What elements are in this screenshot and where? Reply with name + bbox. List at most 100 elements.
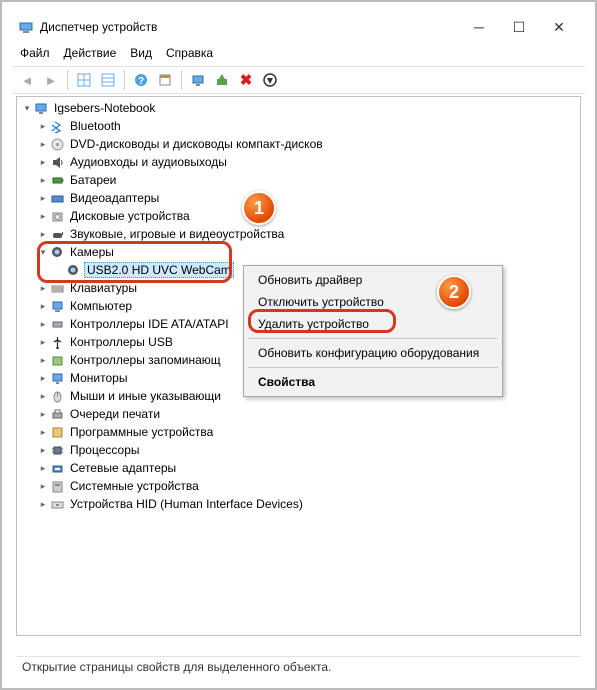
ctx-update-driver[interactable]: Обновить драйвер <box>244 269 502 291</box>
chevron-right-icon[interactable]: ▸ <box>37 301 49 312</box>
menubar: Файл Действие Вид Справка <box>12 42 585 66</box>
device-icon <box>49 460 65 476</box>
tree-node-label: Аудиовходы и аудиовыходы <box>68 155 229 169</box>
tree-node[interactable]: ▸ Дисковые устройства <box>17 207 580 225</box>
tree-node[interactable]: ▸ Очереди печати <box>17 405 580 423</box>
tree-node-label: Очереди печати <box>68 407 162 421</box>
tree-node-label: Мониторы <box>68 371 129 385</box>
tree-node-label: Компьютер <box>68 299 134 313</box>
ctx-separator <box>248 367 498 368</box>
chevron-right-icon[interactable]: ▸ <box>37 463 49 474</box>
device-icon <box>49 298 65 314</box>
nav-back-button[interactable]: ◄ <box>16 69 38 91</box>
chevron-right-icon[interactable]: ▸ <box>37 499 49 510</box>
chevron-right-icon[interactable]: ▸ <box>37 121 49 132</box>
tree-node-label: Контроллеры IDE ATA/ATAPI <box>68 317 231 331</box>
toolbar-update-icon[interactable] <box>211 69 233 91</box>
tree-node[interactable]: ▸ Bluetooth <box>17 117 580 135</box>
tree-node-label: Дисковые устройства <box>68 209 192 223</box>
tree-node[interactable]: ▸ DVD-дисководы и дисководы компакт-диско… <box>17 135 580 153</box>
context-menu: Обновить драйвер Отключить устройство Уд… <box>243 265 503 397</box>
toolbar-props-icon[interactable] <box>154 69 176 91</box>
device-icon <box>49 442 65 458</box>
tree-node[interactable]: ▸ Сетевые адаптеры <box>17 459 580 477</box>
device-icon <box>49 370 65 386</box>
statusbar: Открытие страницы свойств для выделенног… <box>16 656 581 676</box>
device-manager-window: Диспетчер устройств ─ ☐ ✕ Файл Действие … <box>12 12 585 678</box>
chevron-right-icon[interactable]: ▸ <box>37 391 49 402</box>
chevron-down-icon[interactable]: ▾ <box>37 247 49 258</box>
device-icon <box>49 172 65 188</box>
chevron-down-icon[interactable]: ▾ <box>21 103 33 114</box>
chevron-right-icon[interactable]: ▸ <box>37 229 49 240</box>
tree-node-label: Звуковые, игровые и видеоустройства <box>68 227 286 241</box>
device-icon <box>49 154 65 170</box>
tree-node[interactable]: ▸Батареи <box>17 171 580 189</box>
tree-node[interactable]: ▸ Программные устройства <box>17 423 580 441</box>
chevron-right-icon[interactable]: ▸ <box>37 355 49 366</box>
close-button[interactable]: ✕ <box>539 13 579 41</box>
tree-root[interactable]: ▾ Igsebers-Notebook <box>17 99 580 117</box>
toolbar-grid-icon[interactable] <box>73 69 95 91</box>
tree-node-label: Видеоадаптеры <box>68 191 161 205</box>
tree-node[interactable]: ▸ Устройства HID (Human Interface Devices… <box>17 495 580 513</box>
tree-node-label: Устройства HID (Human Interface Devices) <box>68 497 305 511</box>
ctx-separator <box>248 338 498 339</box>
chevron-right-icon[interactable]: ▸ <box>37 283 49 294</box>
device-icon <box>49 190 65 206</box>
toolbar-help-icon[interactable]: ? <box>130 69 152 91</box>
chevron-right-icon[interactable]: ▸ <box>37 157 49 168</box>
chevron-right-icon[interactable]: ▸ <box>37 175 49 186</box>
tree-node-label: Контроллеры USB <box>68 335 175 349</box>
ctx-properties[interactable]: Свойства <box>244 371 502 393</box>
tree-node-label: DVD-дисководы и дисководы компакт-дисков <box>68 137 325 151</box>
chevron-right-icon[interactable]: ▸ <box>37 337 49 348</box>
chevron-right-icon[interactable]: ▸ <box>37 319 49 330</box>
menu-action[interactable]: Действие <box>64 46 117 60</box>
chevron-right-icon[interactable]: ▸ <box>37 373 49 384</box>
tree-leaf-label: USB2.0 HD UVC WebCam <box>84 262 234 278</box>
ctx-disable-device[interactable]: Отключить устройство <box>244 291 502 313</box>
tree-node[interactable]: ▸ Звуковые, игровые и видеоустройства <box>17 225 580 243</box>
menu-help[interactable]: Справка <box>166 46 213 60</box>
device-icon <box>49 478 65 494</box>
device-icon <box>49 496 65 512</box>
window-title: Диспетчер устройств <box>40 20 157 34</box>
device-icon <box>49 208 65 224</box>
tree-node-cameras[interactable]: ▾ Камеры <box>17 243 580 261</box>
ctx-refresh-config[interactable]: Обновить конфигурацию оборудования <box>244 342 502 364</box>
tree-node-label: Программные устройства <box>68 425 215 439</box>
toolbar-delete-icon[interactable]: ✖ <box>235 69 257 91</box>
chevron-right-icon[interactable]: ▸ <box>37 481 49 492</box>
tree-node-label: Мыши и иные указывающи <box>68 389 223 403</box>
camera-icon <box>49 244 65 260</box>
tree-node[interactable]: ▸Процессоры <box>17 441 580 459</box>
tree-node[interactable]: ▸ Системные устройства <box>17 477 580 495</box>
chevron-right-icon[interactable]: ▸ <box>37 427 49 438</box>
ctx-delete-device[interactable]: Удалить устройство <box>244 313 502 335</box>
device-icon <box>49 316 65 332</box>
chevron-right-icon[interactable]: ▸ <box>37 409 49 420</box>
tree-node-label: Bluetooth <box>68 119 123 133</box>
device-icon <box>49 136 65 152</box>
chevron-right-icon[interactable]: ▸ <box>37 445 49 456</box>
chevron-right-icon[interactable]: ▸ <box>37 139 49 150</box>
maximize-button[interactable]: ☐ <box>499 13 539 41</box>
menu-view[interactable]: Вид <box>130 46 152 60</box>
chevron-right-icon[interactable]: ▸ <box>37 193 49 204</box>
tree-node-label: Системные устройства <box>68 479 201 493</box>
tree-node-label: Сетевые адаптеры <box>68 461 178 475</box>
minimize-button[interactable]: ─ <box>459 13 499 41</box>
tree-node[interactable]: ▸ Видеоадаптеры <box>17 189 580 207</box>
device-icon <box>49 388 65 404</box>
toolbar-list-icon[interactable] <box>97 69 119 91</box>
nav-forward-button[interactable]: ► <box>40 69 62 91</box>
device-icon <box>49 226 65 242</box>
tree-node[interactable]: ▸ Аудиовходы и аудиовыходы <box>17 153 580 171</box>
device-icon <box>49 334 65 350</box>
toolbar: ◄ ► ? ✖ <box>12 66 585 94</box>
chevron-right-icon[interactable]: ▸ <box>37 211 49 222</box>
toolbar-scan-icon[interactable] <box>187 69 209 91</box>
menu-file[interactable]: Файл <box>20 46 50 60</box>
toolbar-disable-icon[interactable] <box>259 69 281 91</box>
